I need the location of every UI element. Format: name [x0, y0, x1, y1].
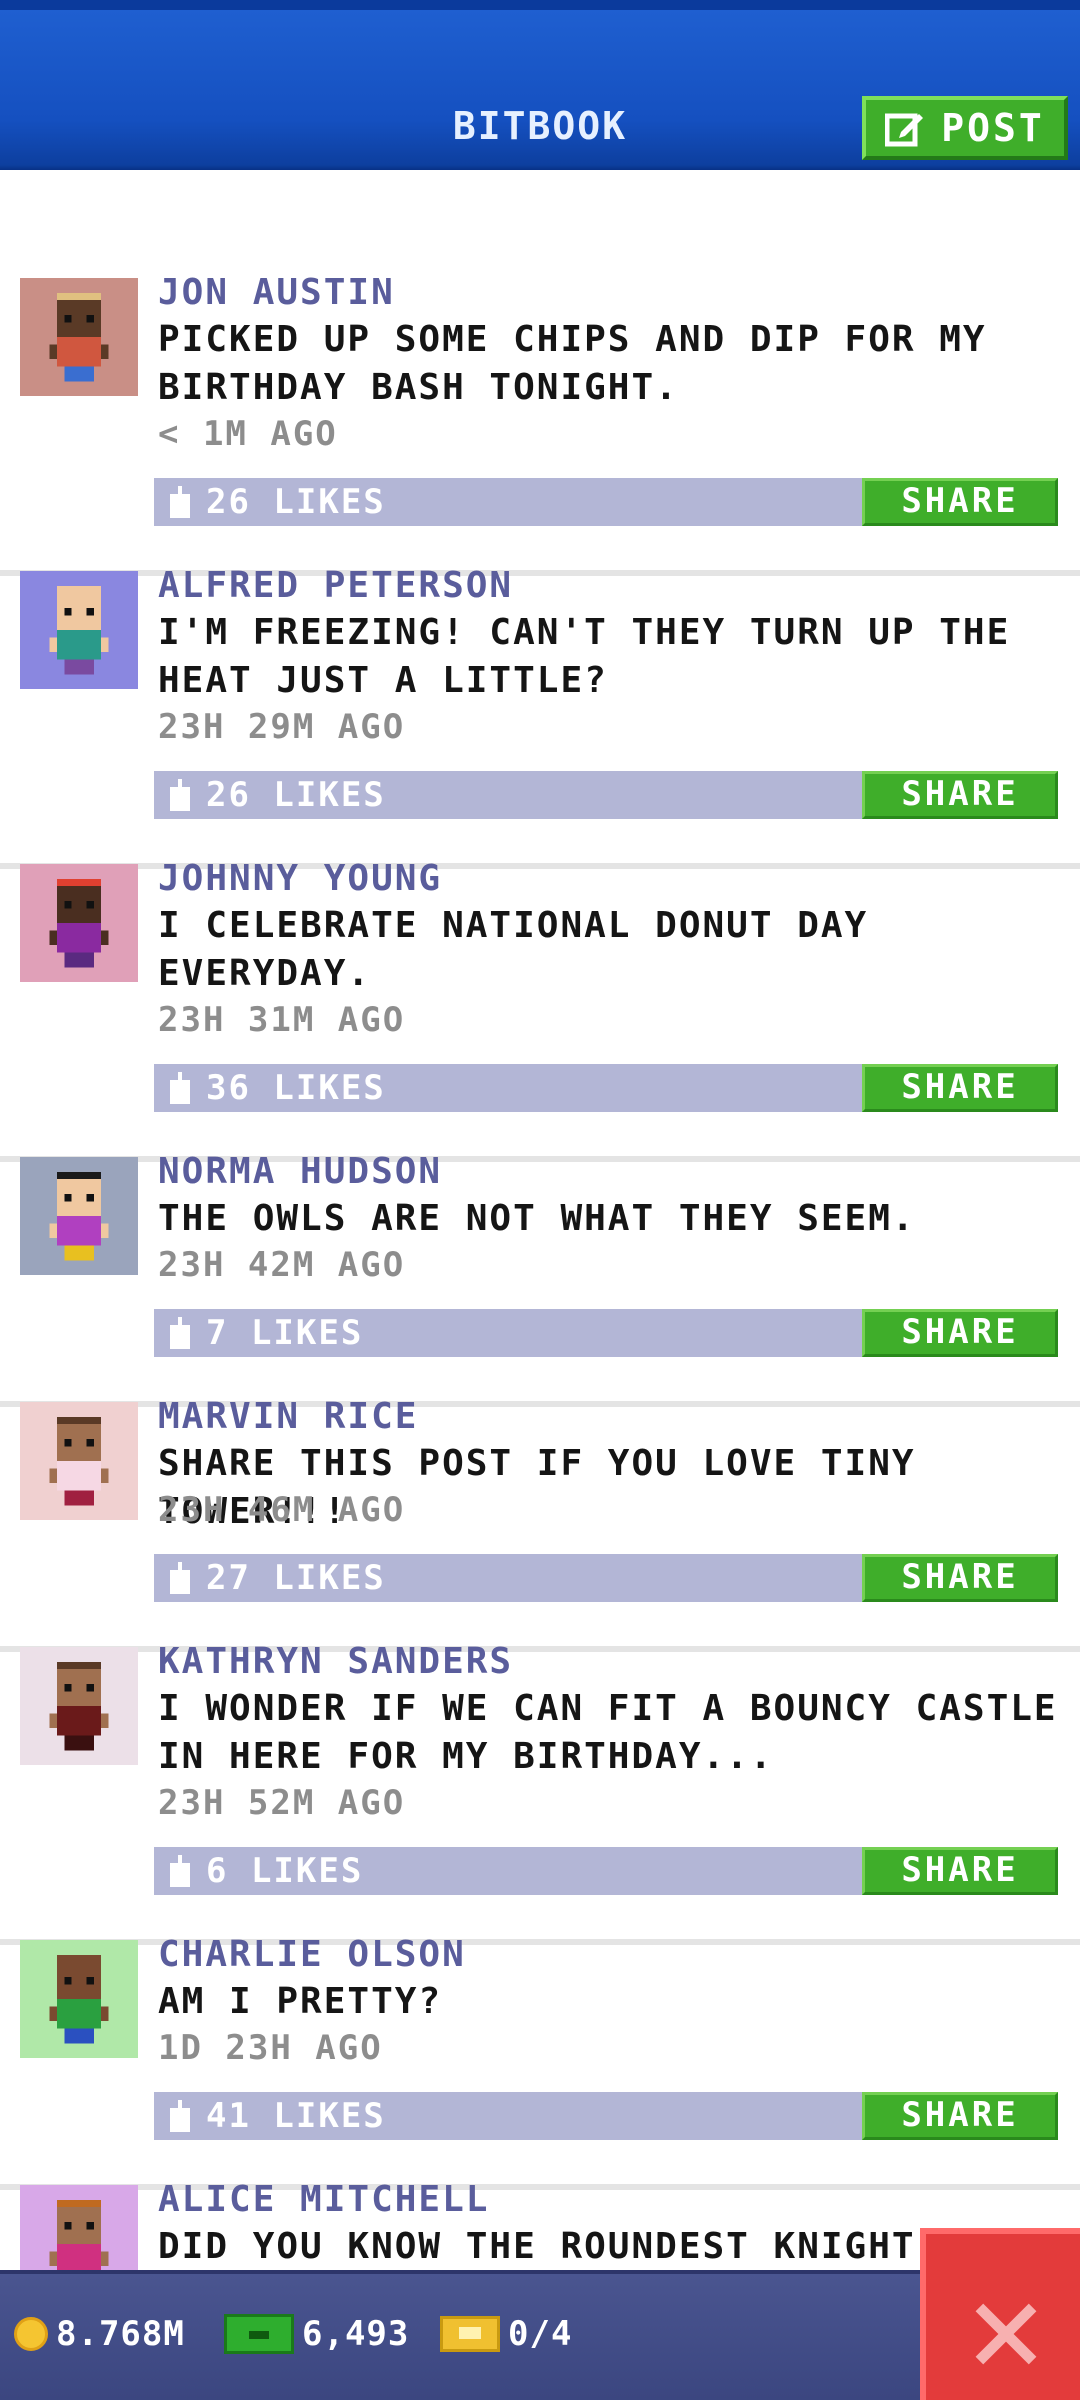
feed-post: NORMA HUDSON THE OWLS ARE NOT WHAT THEY S…: [0, 1151, 1080, 1407]
like-icon: [170, 1072, 190, 1104]
like-icon: [170, 1317, 190, 1349]
post-timestamp: 23H 31M AGO: [158, 1000, 406, 1040]
post-author[interactable]: CHARLIE OLSON: [158, 1934, 466, 1975]
avatar[interactable]: [20, 1402, 138, 1520]
feed-post: ALICE MITCHELL DID YOU KNOW THE ROUNDEST …: [0, 2179, 1080, 2270]
like-bar[interactable]: 6 LIKES SHARE: [154, 1847, 1058, 1895]
edit-icon: [885, 113, 924, 147]
like-icon: [170, 779, 190, 811]
like-bar[interactable]: 41 LIKES SHARE: [154, 2092, 1058, 2140]
share-button[interactable]: SHARE: [862, 1847, 1058, 1895]
post-author[interactable]: KATHRYN SANDERS: [158, 1641, 513, 1682]
bux-value: 6,493: [302, 2314, 410, 2354]
share-button[interactable]: SHARE: [862, 1309, 1058, 1357]
likes-count: 6 LIKES: [206, 1851, 364, 1891]
likes-count: 26 LIKES: [206, 775, 386, 815]
avatar[interactable]: [20, 1940, 138, 2058]
feed-post: CHARLIE OLSON AM I PRETTY? 1D 23H AGO 41 LI…: [0, 1934, 1080, 2190]
post-text: AM I PRETTY?: [158, 1981, 443, 2022]
like-bar[interactable]: 26 LIKES SHARE: [154, 478, 1058, 526]
tickets-value: 0/4: [508, 2314, 573, 2354]
post-timestamp: 1D 23H AGO: [158, 2028, 383, 2068]
feed-post: JON AUSTIN PICKED UP SOME CHIPS AND DIP F…: [0, 272, 1080, 576]
share-button[interactable]: SHARE: [862, 1554, 1058, 1602]
post-text: PICKED UP SOME CHIPS AND DIP FOR MY BIRT…: [158, 319, 987, 408]
post-author[interactable]: MARVIN RICE: [158, 1396, 418, 1437]
share-button[interactable]: SHARE: [862, 478, 1058, 526]
post-timestamp: 23H 52M AGO: [158, 1783, 406, 1823]
ticket-icon: [440, 2316, 500, 2352]
share-button[interactable]: SHARE: [862, 2092, 1058, 2140]
like-bar[interactable]: 36 LIKES SHARE: [154, 1064, 1058, 1112]
like-bar[interactable]: 27 LIKES SHARE: [154, 1554, 1058, 1602]
close-button[interactable]: [920, 2228, 1080, 2400]
feed-post: KATHRYN SANDERS I WONDER IF WE CAN FIT A …: [0, 1641, 1080, 1945]
post-author[interactable]: ALICE MITCHELL: [158, 2179, 489, 2220]
bux-stat: 6,493: [224, 2314, 409, 2354]
avatar[interactable]: [20, 1157, 138, 1275]
feed-post: ALFRED PETERSON I'M FREEZING! CAN'T THEY …: [0, 565, 1080, 869]
post-author[interactable]: JOHNNY YOUNG: [158, 858, 442, 899]
likes-count: 41 LIKES: [206, 2096, 386, 2136]
post-author[interactable]: ALFRED PETERSON: [158, 565, 513, 606]
like-icon: [170, 2100, 190, 2132]
bux-icon: [224, 2314, 294, 2354]
feed[interactable]: JON AUSTIN PICKED UP SOME CHIPS AND DIP F…: [0, 170, 1080, 2270]
like-icon: [170, 1562, 190, 1594]
share-button[interactable]: SHARE: [862, 1064, 1058, 1112]
feed-post: MARVIN RICE SHARE THIS POST IF YOU LOVE T…: [0, 1396, 1080, 1652]
like-bar[interactable]: 7 LIKES SHARE: [154, 1309, 1058, 1357]
post-timestamp: 23H 29M AGO: [158, 707, 406, 747]
avatar[interactable]: [20, 2185, 138, 2270]
like-icon: [170, 1855, 190, 1887]
post-timestamp: 23H 42M AGO: [158, 1245, 406, 1285]
likes-count: 7 LIKES: [206, 1313, 364, 1353]
avatar[interactable]: [20, 864, 138, 982]
coins-stat: 8.768M: [14, 2314, 185, 2354]
post-timestamp: < 1M AGO: [158, 414, 338, 454]
share-button[interactable]: SHARE: [862, 771, 1058, 819]
likes-count: 27 LIKES: [206, 1558, 386, 1598]
avatar[interactable]: [20, 278, 138, 396]
top-header: BITBOOK POST: [0, 0, 1080, 170]
post-text: I WONDER IF WE CAN FIT A BOUNCY CASTLE I…: [158, 1688, 1058, 1777]
likes-count: 26 LIKES: [206, 482, 386, 522]
status-bar: 8.768M 6,493 0/4: [0, 2270, 1080, 2400]
avatar[interactable]: [20, 1647, 138, 1765]
post-author[interactable]: NORMA HUDSON: [158, 1151, 442, 1192]
tickets-stat: 0/4: [440, 2314, 572, 2354]
like-icon: [170, 486, 190, 518]
coins-value: 8.768M: [56, 2314, 185, 2354]
feed-post: JOHNNY YOUNG I CELEBRATE NATIONAL DONUT D…: [0, 858, 1080, 1162]
post-author[interactable]: JON AUSTIN: [158, 272, 395, 313]
post-text: I CELEBRATE NATIONAL DONUT DAY EVERYDAY.: [158, 905, 869, 994]
like-bar[interactable]: 26 LIKES SHARE: [154, 771, 1058, 819]
post-button-label: POST: [941, 106, 1045, 150]
post-timestamp: 23H 46M AGO: [158, 1490, 406, 1530]
avatar[interactable]: [20, 571, 138, 689]
post-text: THE OWLS ARE NOT WHAT THEY SEEM.: [158, 1198, 916, 1239]
likes-count: 36 LIKES: [206, 1068, 386, 1108]
close-icon: [975, 2303, 1037, 2365]
coin-icon: [14, 2317, 48, 2351]
post-button[interactable]: POST: [862, 96, 1068, 160]
post-text: I'M FREEZING! CAN'T THEY TURN UP THE HEA…: [158, 612, 1011, 701]
